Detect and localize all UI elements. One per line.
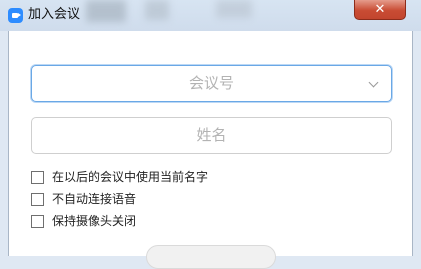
meeting-id-placeholder: 会议号 <box>188 74 234 92</box>
close-icon: ✕ <box>374 2 386 17</box>
zoom-app-icon <box>8 8 23 23</box>
join-meeting-panel: 会议号 姓名 在以后的会议中使用当前名字 不自动连接语音 保持摄像头关闭 <box>8 31 413 269</box>
join-button[interactable] <box>146 245 276 269</box>
title-bar: 加入会议 ✕ <box>0 0 421 31</box>
no-auto-audio-checkbox[interactable] <box>31 193 44 206</box>
close-button[interactable]: ✕ <box>354 0 406 20</box>
blurred-region <box>145 0 169 20</box>
remember-name-checkbox[interactable] <box>31 171 44 184</box>
name-input[interactable]: 姓名 <box>31 117 392 154</box>
no-auto-audio-label: 不自动连接语音 <box>52 192 137 206</box>
remember-name-label: 在以后的会议中使用当前名字 <box>52 170 209 184</box>
name-placeholder: 姓名 <box>196 126 227 144</box>
blurred-region <box>86 0 126 22</box>
window-title: 加入会议 <box>28 7 81 22</box>
meeting-id-input[interactable]: 会议号 <box>31 65 392 102</box>
blurred-region <box>216 0 252 18</box>
camera-off-label: 保持摄像头关闭 <box>52 214 137 228</box>
camera-off-checkbox[interactable] <box>31 215 44 228</box>
chevron-down-icon[interactable] <box>368 77 379 88</box>
